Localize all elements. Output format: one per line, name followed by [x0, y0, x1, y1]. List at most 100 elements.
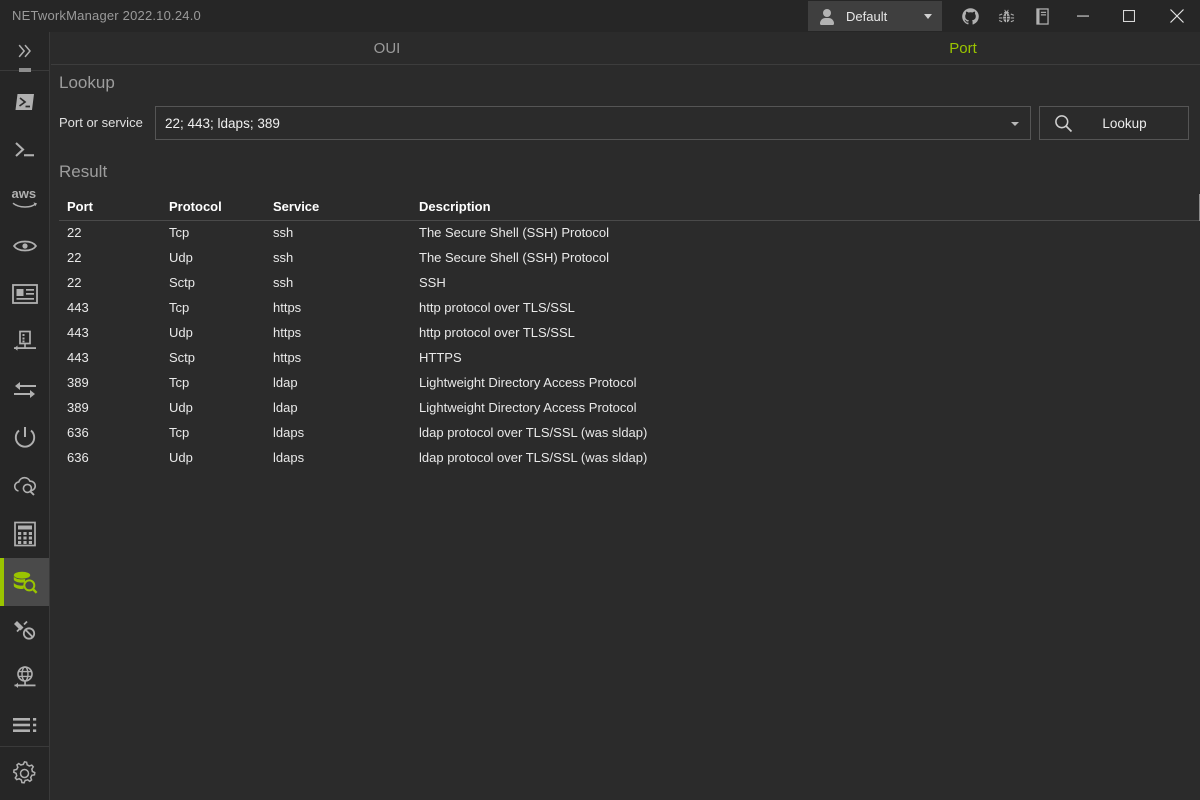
- column-header-protocol[interactable]: Protocol: [169, 199, 264, 214]
- lookup-button-label: Lookup: [1102, 115, 1147, 131]
- cell-service: ssh: [273, 250, 294, 265]
- cell-description: SSH: [419, 275, 446, 290]
- sidebar-item-remote-desktop[interactable]: [0, 222, 49, 270]
- table-row[interactable]: 22 Tcp ssh The Secure Shell (SSH) Protocol: [59, 221, 1200, 246]
- cell-protocol: Udp: [169, 325, 193, 340]
- cell-port: 22: [67, 225, 82, 240]
- maximize-button[interactable]: [1106, 0, 1152, 32]
- table-row[interactable]: 389 Udp ldap Lightweight Directory Access P…: [59, 396, 1200, 421]
- terminal-icon: [14, 142, 34, 157]
- cell-protocol: Tcp: [169, 375, 190, 390]
- sidebar-item-lookup[interactable]: [0, 558, 49, 606]
- list-lines-icon: [12, 718, 36, 732]
- cell-protocol: Tcp: [169, 300, 190, 315]
- sidebar-item-port-forwarding[interactable]: [0, 366, 49, 414]
- sidebar-item-subnet-calculator[interactable]: [0, 510, 49, 558]
- title-bar: NETworkManager 2022.10.24.0 Default: [0, 0, 1200, 32]
- lookup-button[interactable]: Lookup: [1039, 106, 1189, 140]
- id-card-icon: [11, 284, 38, 304]
- cell-protocol: Tcp: [169, 425, 190, 440]
- aws-icon: aws: [12, 187, 38, 209]
- sidebar-item-puttyterminal[interactable]: [0, 126, 49, 174]
- sidebar: aws: [0, 32, 50, 800]
- table-header-row: Port Protocol Service Description: [59, 194, 1200, 221]
- sidebar-item-wake-on-lan[interactable]: [0, 414, 49, 462]
- cell-description: Lightweight Directory Access Protocol: [419, 400, 637, 415]
- sidebar-item-aws-session-manager[interactable]: aws: [0, 174, 49, 222]
- cell-service: ldaps: [273, 425, 305, 440]
- cell-port: 443: [67, 300, 89, 315]
- cell-description: ldap protocol over TLS/SSL (was sldap): [419, 425, 648, 440]
- cell-service: https: [273, 300, 302, 315]
- chevron-double-right-icon: [18, 44, 31, 58]
- cell-service: ldap: [273, 375, 298, 390]
- cell-protocol: Tcp: [169, 225, 190, 240]
- active-accent-bar: [0, 558, 4, 606]
- cell-port: 389: [67, 400, 89, 415]
- sidebar-item-settings[interactable]: [0, 747, 49, 800]
- power-icon: [14, 427, 35, 448]
- cell-service: ssh: [273, 275, 294, 290]
- cell-service: ldaps: [273, 450, 305, 465]
- sidebar-item-powershell[interactable]: [0, 78, 49, 126]
- port-or-service-value: 22; 443; ldaps; 389: [165, 115, 280, 131]
- app-title: NETworkManager 2022.10.24.0: [12, 8, 201, 23]
- chevron-down-icon: [924, 14, 932, 19]
- powershell-icon: [15, 94, 34, 110]
- cell-service: ssh: [273, 225, 294, 240]
- column-header-service[interactable]: Service: [273, 199, 413, 214]
- table-body: 22 Tcp ssh The Secure Shell (SSH) Protocol 2…: [59, 221, 1200, 471]
- table-row[interactable]: 22 Sctp ssh SSH: [59, 271, 1200, 296]
- cell-service: https: [273, 350, 302, 365]
- globe-network-icon: [14, 666, 35, 688]
- sidebar-item-tigervnc[interactable]: [0, 270, 49, 318]
- table-row[interactable]: 443 Tcp https http protocol over TLS/SSL: [59, 296, 1200, 321]
- sidebar-item-whois[interactable]: [0, 654, 49, 702]
- port-or-service-input[interactable]: 22; 443; ldaps; 389: [155, 106, 1031, 140]
- cell-description: The Secure Shell (SSH) Protocol: [419, 250, 610, 265]
- profile-selector[interactable]: Default: [808, 1, 942, 31]
- bug-icon[interactable]: [988, 0, 1024, 32]
- table-row[interactable]: 22 Udp ssh The Secure Shell (SSH) Protocol: [59, 246, 1200, 271]
- cloud-search-icon: [13, 476, 37, 496]
- table-row[interactable]: 636 Udp ldaps ldap protocol over TLS/SSL (w…: [59, 446, 1200, 471]
- close-button[interactable]: [1154, 0, 1200, 32]
- expand-sidebar-button[interactable]: [0, 32, 49, 70]
- result-heading: Result: [59, 162, 108, 181]
- cell-service: ldap: [273, 400, 298, 415]
- cell-protocol: Udp: [169, 400, 193, 415]
- result-table: Port Protocol Service Description 22 Tcp s…: [59, 194, 1200, 471]
- column-header-port[interactable]: Port: [67, 199, 162, 214]
- cell-port: 443: [67, 325, 89, 340]
- sidebar-item-connections[interactable]: [0, 606, 49, 654]
- table-row[interactable]: 443 Sctp https HTTPS: [59, 346, 1200, 371]
- chevron-down-icon[interactable]: [1011, 122, 1019, 126]
- cell-port: 22: [67, 250, 82, 265]
- tab-oui[interactable]: OUI: [287, 32, 487, 64]
- lookup-heading: Lookup: [59, 73, 115, 92]
- sidebar-scroll-nub[interactable]: [19, 68, 31, 72]
- port-or-service-label: Port or service: [59, 115, 143, 130]
- docs-icon[interactable]: [1024, 0, 1060, 32]
- database-search-icon: [13, 571, 38, 594]
- search-icon: [1054, 114, 1073, 133]
- table-row[interactable]: 443 Udp https http protocol over TLS/SSL: [59, 321, 1200, 346]
- tab-bar: OUI Port: [51, 32, 1200, 65]
- minimize-button[interactable]: [1060, 0, 1106, 32]
- github-icon[interactable]: [952, 0, 988, 32]
- table-row[interactable]: 636 Tcp ldaps ldap protocol over TLS/SSL (w…: [59, 421, 1200, 446]
- arrows-exchange-icon: [13, 382, 36, 398]
- cell-protocol: Sctp: [169, 350, 196, 365]
- cell-port: 636: [67, 450, 89, 465]
- cell-description: http protocol over TLS/SSL: [419, 300, 575, 315]
- cell-port: 636: [67, 425, 89, 440]
- user-icon: [819, 8, 835, 25]
- tab-port[interactable]: Port: [863, 32, 1063, 64]
- table-row[interactable]: 389 Tcp ldap Lightweight Directory Access P…: [59, 371, 1200, 396]
- sidebar-item-dns-lookup[interactable]: [0, 462, 49, 510]
- sidebar-item-network-interface[interactable]: [0, 318, 49, 366]
- cell-description: HTTPS: [419, 350, 462, 365]
- sidebar-item-listeners[interactable]: [0, 702, 49, 750]
- column-header-description[interactable]: Description: [419, 199, 1159, 214]
- profile-name: Default: [846, 8, 888, 24]
